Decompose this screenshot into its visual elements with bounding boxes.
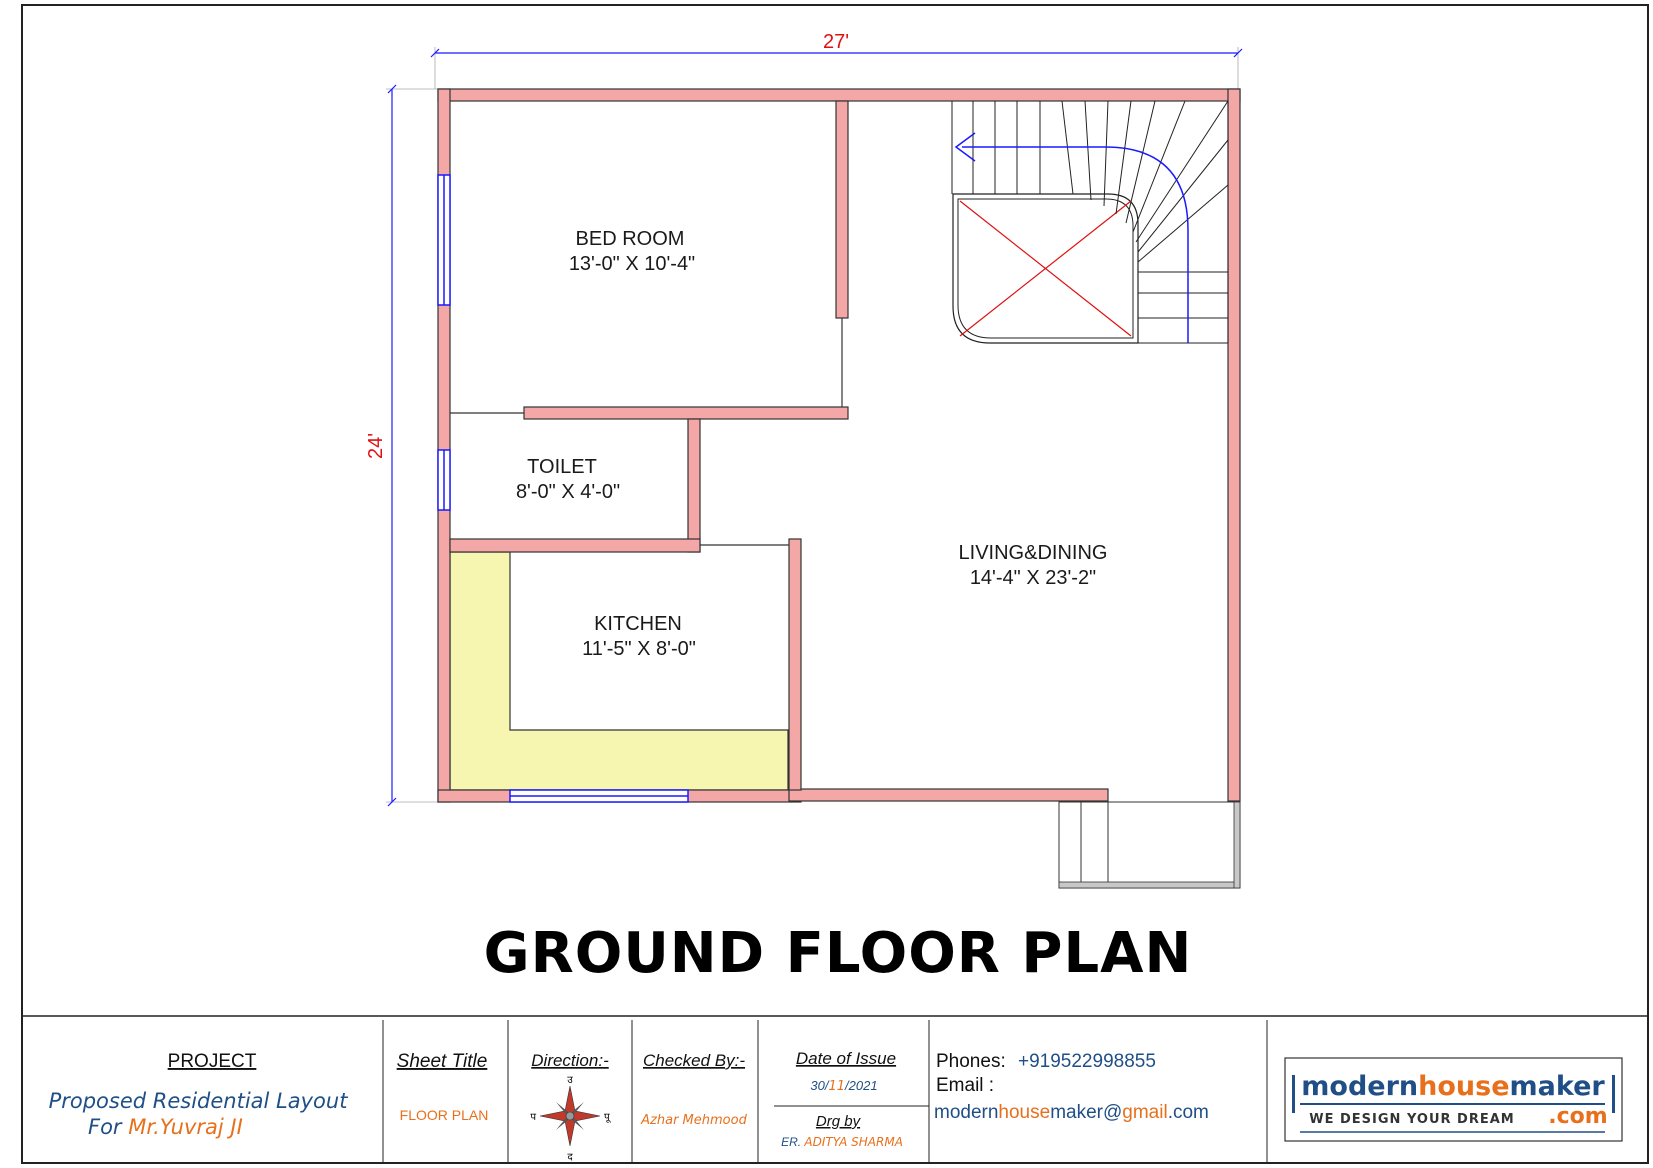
compass-west: प [530, 1112, 536, 1123]
toilet-window [437, 449, 451, 511]
kitchen-name: KITCHEN [594, 613, 682, 635]
compass-icon: उ द प पू [530, 1075, 611, 1163]
sheet-title-value: FLOOR PLAN [400, 1107, 489, 1123]
drawing-title: GROUND FLOOR PLAN [484, 921, 1193, 986]
date-value: 30/11/2021 [810, 1078, 877, 1094]
project-client: Mr.Yuvraj JI [128, 1115, 243, 1139]
wall-toilet-right [687, 418, 701, 553]
phones-label: Phones: [936, 1051, 1006, 1072]
kitchen-size: 11'-5" X 8'-0" [582, 638, 696, 660]
checked-value: Azhar Mehmood [640, 1113, 747, 1128]
direction-label: Direction:- [531, 1051, 609, 1070]
bedroom-size: 13'-0" X 10'-4" [569, 253, 695, 275]
living-name: LIVING&DINING [959, 542, 1108, 564]
wall-right [1227, 88, 1241, 802]
sheet-border [21, 4, 1649, 1164]
width-dimension-label: 27' [823, 31, 849, 53]
logo-tagline: WE DESIGN YOUR DREAM [1309, 1112, 1514, 1127]
title-block: PROJECT Proposed Residential Layout For … [22, 1015, 1648, 1163]
height-dimension-label: 24' [365, 433, 387, 459]
toilet-name: TOILET [527, 456, 597, 478]
project-label: PROJECT [168, 1051, 257, 1072]
logo-suffix: .com [1548, 1104, 1607, 1129]
staircase [951, 100, 1229, 344]
wall-kitchen-right [788, 538, 802, 791]
kitchen-counter [449, 551, 789, 791]
kitchen-window [509, 789, 689, 803]
project-line1: Proposed Residential Layout [49, 1089, 349, 1113]
date-label: Date of Issue [796, 1049, 896, 1068]
brand-logo: modernhousemaker WE DESIGN YOUR DREAM .c… [1284, 1057, 1623, 1142]
floor-plan-sheet: 27' 24' BED ROOM 13'-0" X 10'-4" TOILET … [21, 4, 1649, 1164]
project-line2: For Mr.Yuvraj JI [88, 1115, 243, 1139]
compass-south: द [567, 1152, 573, 1163]
sheet-title-label: Sheet Title [397, 1051, 488, 1072]
compass-north: उ [567, 1075, 573, 1086]
bedroom-name: BED ROOM [576, 228, 685, 250]
wall-toilet-bottom [449, 538, 701, 553]
wall-bedroom-bottom [523, 406, 849, 420]
drg-label: Drg by [816, 1113, 862, 1130]
phones-value: +919522998855 [1018, 1051, 1156, 1072]
wall-bottom-living [788, 788, 1109, 802]
logo-wordmark: modernhousemaker [1301, 1071, 1605, 1102]
opening-lines [450, 318, 843, 546]
bedroom-window [437, 174, 451, 306]
checked-label: Checked By:- [643, 1051, 745, 1070]
wall-bedroom-right [835, 100, 849, 319]
entry-steps [1058, 801, 1241, 889]
living-size: 14'-4" X 23'-2" [970, 567, 1096, 589]
toilet-size: 8'-0" X 4'-0" [516, 481, 620, 503]
email-label: Email : [936, 1075, 994, 1096]
email-value[interactable]: modernhousemaker@gmail.com [934, 1102, 1209, 1123]
wall-top [437, 88, 1241, 102]
drg-value: ER. ADITYA SHARMA [781, 1135, 903, 1149]
compass-east: पू [604, 1112, 612, 1123]
